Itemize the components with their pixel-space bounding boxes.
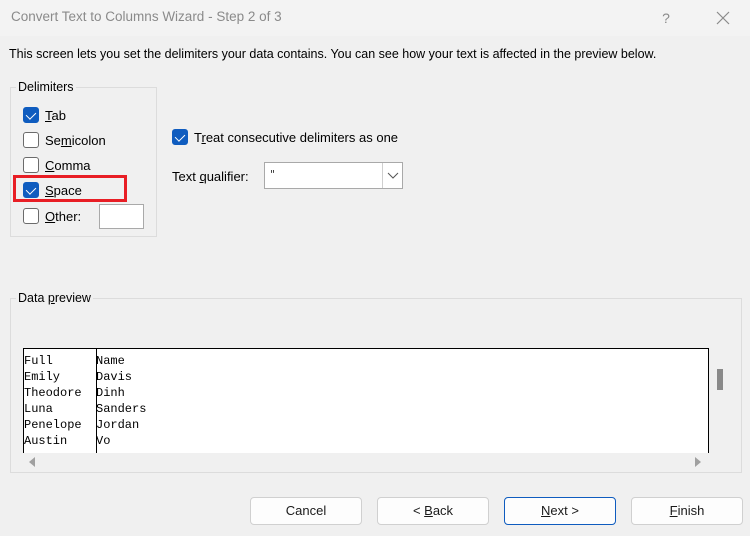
chevron-down-icon [387, 172, 399, 179]
consecutive-label: Treat consecutive delimiters as one [194, 129, 399, 145]
title-bar: Convert Text to Columns Wizard - Step 2 … [0, 0, 750, 36]
horizontal-scrollbar[interactable] [23, 453, 709, 471]
help-button[interactable]: ? [652, 6, 680, 30]
window-title: Convert Text to Columns Wizard - Step 2 … [11, 9, 282, 24]
text-qualifier-value: " [270, 168, 276, 181]
vertical-scrollbar-thumb[interactable] [717, 369, 723, 390]
cancel-button[interactable]: Cancel [250, 497, 362, 525]
checkbox-semicolon[interactable]: Semicolon [23, 130, 106, 150]
other-checkbox[interactable] [23, 208, 39, 224]
comma-checkbox[interactable] [23, 157, 39, 173]
comma-label: Comma [45, 157, 91, 173]
data-preview-legend: Data preview [16, 291, 93, 305]
scroll-right-icon[interactable] [695, 457, 701, 467]
finish-button[interactable]: Finish [631, 497, 743, 525]
close-icon [716, 11, 730, 25]
close-button[interactable] [708, 6, 738, 30]
tab-checkbox[interactable] [23, 107, 39, 123]
data-preview-pane[interactable]: Full Name Emily Davis Theodore Dinh Luna San… [23, 348, 709, 453]
checkbox-comma[interactable]: Comma [23, 155, 91, 175]
semicolon-checkbox[interactable] [23, 132, 39, 148]
tab-label: Tab [45, 107, 66, 123]
checkbox-other[interactable]: Other: [23, 206, 81, 226]
semicolon-label: Semicolon [45, 132, 106, 148]
consecutive-checkbox[interactable] [172, 129, 188, 145]
text-qualifier-label: Text qualifier: [172, 169, 249, 184]
checkbox-tab[interactable]: Tab [23, 105, 66, 125]
text-qualifier-dropdown[interactable]: " [264, 162, 403, 189]
scroll-left-icon[interactable] [29, 457, 35, 467]
back-button[interactable]: < Back [377, 497, 489, 525]
space-highlight-box [13, 175, 127, 202]
dropdown-button[interactable] [382, 163, 402, 188]
checkbox-consecutive[interactable]: Treat consecutive delimiters as one [172, 127, 398, 147]
delimiters-legend: Delimiters [16, 80, 76, 94]
instructions-text: This screen lets you set the delimiters … [9, 47, 657, 61]
other-delimiter-input[interactable] [99, 204, 144, 229]
other-label: Other: [45, 208, 82, 224]
next-button[interactable]: Next > [504, 497, 616, 525]
